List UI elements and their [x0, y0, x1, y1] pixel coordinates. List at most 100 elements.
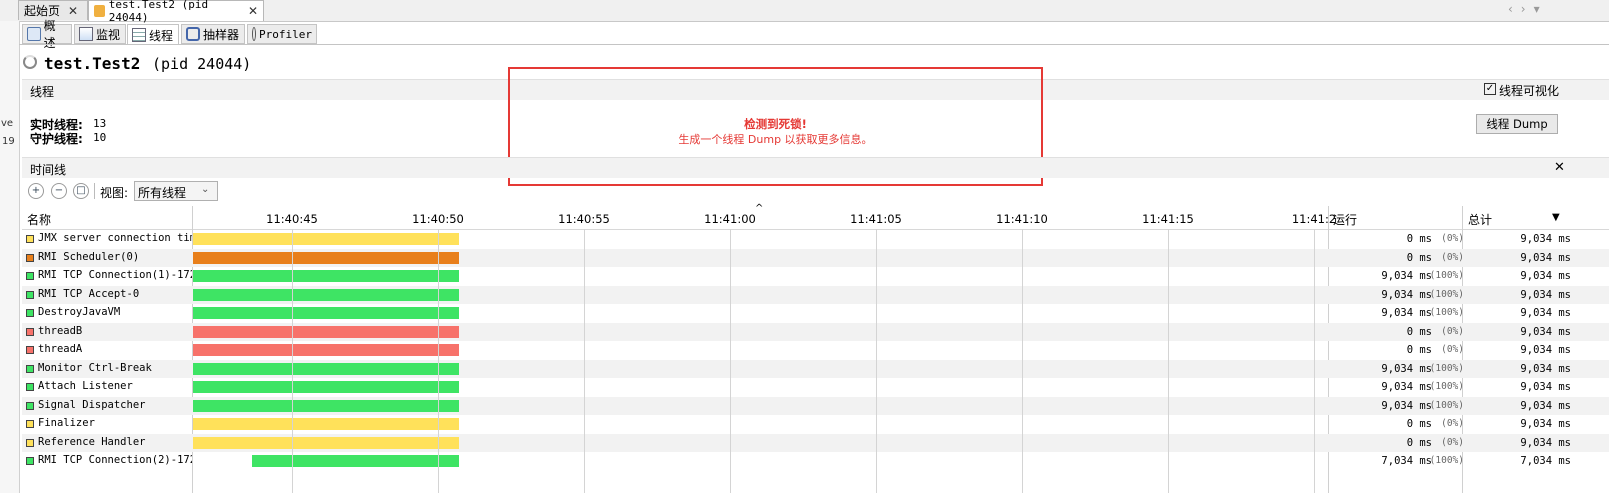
- zoom-in-icon[interactable]: +: [28, 183, 44, 199]
- sampler-icon: [186, 27, 200, 41]
- thread-row[interactable]: Reference Handler 0 ms (0%) 9,034 ms: [22, 433, 1609, 452]
- thread-state-bar: [193, 436, 459, 449]
- tab-monitor[interactable]: 监视: [74, 24, 126, 44]
- thread-row[interactable]: RMI TCP Connection(2)-172.1 7,034 ms (100%…: [22, 452, 1609, 471]
- tab-threads[interactable]: 线程: [127, 24, 179, 45]
- run-percent: (100%): [1429, 399, 1464, 411]
- run-time: 9,034 ms: [1381, 362, 1432, 375]
- thread-state-bar: [193, 399, 459, 412]
- thread-row[interactable]: RMI Scheduler(0) 0 ms (0%) 9,034 ms: [22, 248, 1609, 267]
- thread-state-bar: [193, 307, 459, 319]
- col-total-header[interactable]: 总计: [1468, 211, 1492, 228]
- run-percent: (100%): [1429, 288, 1464, 300]
- thread-row[interactable]: threadA 0 ms (0%) 9,034 ms: [22, 341, 1609, 360]
- total-time: 9,034 ms: [1520, 362, 1571, 375]
- time-tick-label: 11:40:45: [266, 212, 318, 226]
- thread-state-icon: [26, 290, 34, 299]
- tab-label: Profiler: [259, 27, 312, 41]
- thread-row[interactable]: Finalizer 0 ms (0%) 9,034 ms: [22, 415, 1609, 434]
- tab-label: test.Test2 (pid 24044): [108, 0, 209, 24]
- thread-state-icon: [26, 420, 34, 428]
- sort-asc-icon[interactable]: ^: [755, 203, 763, 214]
- tab-label: 概述: [43, 19, 56, 50]
- run-time: 0 ms: [1406, 251, 1432, 264]
- thread-state-bar: [251, 455, 459, 467]
- run-time: 0 ms: [1406, 325, 1432, 338]
- col-name-header[interactable]: 名称: [27, 211, 51, 228]
- zoom-fit-icon[interactable]: □: [73, 183, 89, 199]
- left-side-panel-strip: ve 19: [0, 21, 20, 493]
- thread-timeline-table: 名称 运行 总计 ▼ ^ 11:40:45 11:40:50 11:40:55 11:…: [22, 203, 1609, 493]
- thread-row[interactable]: Signal Dispatcher 9,034 ms (100%) 9,034 ms: [22, 396, 1609, 415]
- thread-row[interactable]: DestroyJavaVM 9,034 ms (100%) 9,034 ms: [22, 304, 1609, 323]
- thread-rows: JMX server connection timeo 0 ms (0%) 9,034…: [22, 230, 1609, 493]
- zoom-out-icon[interactable]: −: [51, 183, 67, 199]
- close-icon[interactable]: ✕: [68, 4, 78, 18]
- thread-state-icon: [26, 272, 34, 280]
- profiler-icon: [252, 27, 257, 41]
- thread-row[interactable]: RMI TCP Connection(1)-172.1 9,034 ms (100%…: [22, 267, 1609, 286]
- time-tick-label: 11:41:05: [850, 212, 902, 226]
- toolbar-separator: [94, 183, 95, 199]
- thread-name: JMX server connection timeo: [38, 232, 192, 244]
- time-tick-label: 11:41:00: [704, 212, 756, 226]
- time-grid-line: [1314, 229, 1315, 493]
- run-time: 9,034 ms: [1381, 288, 1432, 301]
- subtab-divider: [19, 44, 1609, 45]
- thread-row[interactable]: Monitor Ctrl-Break 9,034 ms (100%) 9,034 ms: [22, 359, 1609, 378]
- thread-name: Attach Listener: [38, 380, 133, 392]
- sort-desc-icon[interactable]: ▼: [1552, 212, 1560, 223]
- thread-state-icon: [26, 364, 34, 373]
- time-tick-label: 11:41:10: [996, 212, 1048, 226]
- section-title: 时间线: [30, 163, 67, 177]
- run-time: 7,034 ms: [1381, 455, 1432, 467]
- visualize-checkbox[interactable]: ✓: [1484, 83, 1496, 95]
- thread-row[interactable]: threadB 0 ms (0%) 9,034 ms: [22, 322, 1609, 341]
- thread-state-bar: [193, 381, 459, 393]
- run-time: 9,034 ms: [1381, 307, 1432, 319]
- run-time: 0 ms: [1406, 233, 1432, 245]
- thread-dump-button[interactable]: 线程 Dump: [1476, 114, 1558, 134]
- time-grid-line: [1168, 229, 1169, 493]
- thread-state-bar: [193, 270, 459, 282]
- thread-state-icon: [26, 457, 34, 465]
- close-timeline-icon[interactable]: ✕: [1554, 160, 1565, 175]
- time-grid-line: [876, 229, 877, 493]
- thread-row[interactable]: Attach Listener 9,034 ms (100%) 9,034 ms: [22, 378, 1609, 397]
- chevron-down-icon: ⌄: [201, 184, 210, 195]
- run-percent: (100%): [1429, 307, 1464, 318]
- tab-scroll-arrows-icon[interactable]: ‹›▾: [1508, 2, 1548, 16]
- tab-label: 监视: [96, 27, 121, 42]
- tab-overview[interactable]: 概述: [22, 19, 72, 50]
- run-percent: (100%): [1429, 270, 1464, 281]
- run-time: 9,034 ms: [1381, 381, 1432, 393]
- col-run-header[interactable]: 运行: [1333, 211, 1357, 228]
- view-select[interactable]: 所有线程 ⌄: [134, 181, 218, 201]
- tab-profiler[interactable]: Profiler: [247, 24, 317, 44]
- thread-name: threadA: [38, 343, 83, 355]
- live-threads-value: 13: [93, 117, 107, 130]
- total-time: 9,034 ms: [1520, 270, 1571, 282]
- deadlock-message: 生成一个线程 Dump 以获取更多信息。: [678, 133, 873, 146]
- thread-row[interactable]: RMI TCP Accept-0 9,034 ms (100%) 9,034 ms: [22, 285, 1609, 304]
- thread-name: RMI TCP Connection(1)-172.1: [38, 269, 192, 281]
- thread-state-icon: [26, 253, 34, 262]
- total-time: 9,034 ms: [1520, 418, 1571, 430]
- thread-state-bar: [193, 251, 459, 264]
- time-tick-label: 11:41:2: [1291, 212, 1337, 226]
- run-time: 0 ms: [1406, 436, 1432, 449]
- time-tick-label: 11:41:15: [1142, 212, 1194, 226]
- tab-sampler[interactable]: 抽样器: [181, 24, 245, 44]
- thread-state-bar: [193, 233, 459, 245]
- thread-name: Monitor Ctrl-Break: [38, 361, 152, 374]
- close-icon[interactable]: ✕: [248, 4, 258, 18]
- tab-test-test2[interactable]: test.Test2 (pid 24044) ✕: [88, 0, 264, 24]
- thread-name: Finalizer: [38, 417, 95, 429]
- view-label: 视图:: [100, 186, 129, 200]
- thread-name: Reference Handler: [38, 435, 146, 448]
- thread-state-icon: [26, 346, 34, 354]
- deadlock-title: 检测到死锁!: [744, 117, 807, 131]
- thread-row[interactable]: JMX server connection timeo 0 ms (0%) 9,034…: [22, 230, 1609, 249]
- total-time: 9,034 ms: [1520, 399, 1571, 412]
- table-header: 名称 运行 总计 ▼ ^ 11:40:45 11:40:50 11:40:55 11:…: [22, 203, 1609, 230]
